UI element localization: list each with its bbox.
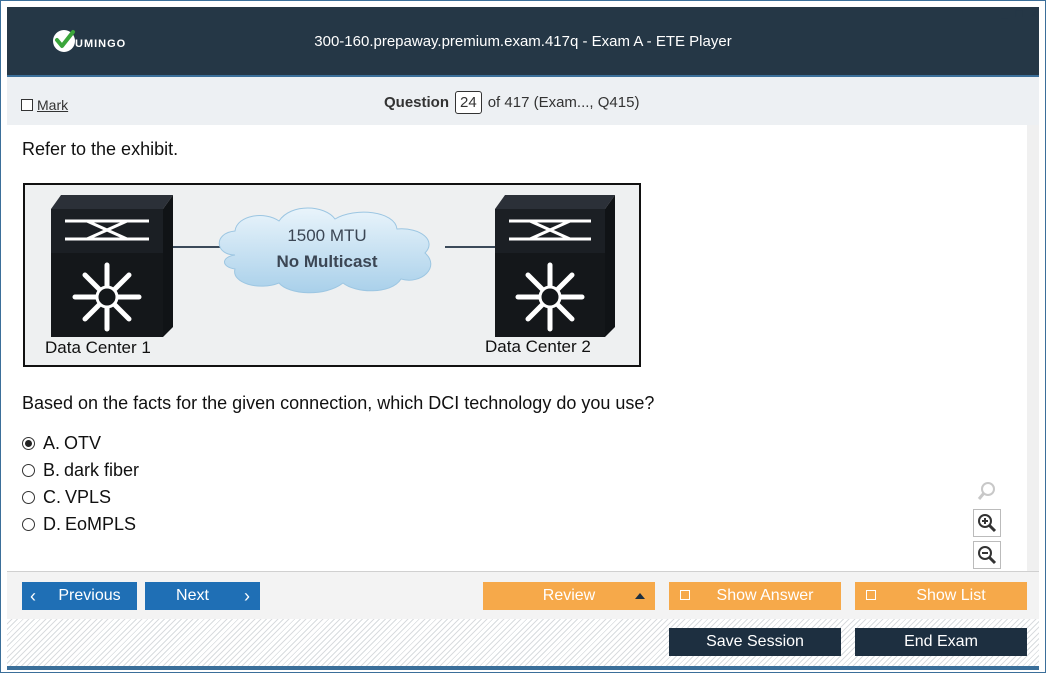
minimize-button[interactable]: _ [1001,7,1008,19]
show-answer-button[interactable]: Show Answer [669,582,841,610]
data-center-2-label: Data Center 2 [485,337,591,356]
next-button[interactable]: Next › [145,582,260,610]
answer-options: A. OTV B. dark fiber C. VPLS D. EoMPLS [22,430,139,538]
end-exam-button[interactable]: End Exam [855,628,1027,656]
option-text: VPLS [65,487,112,507]
cloud-multicast-label: No Multicast [276,252,377,271]
review-button[interactable]: Review [483,582,655,610]
show-list-checkbox[interactable] [866,590,876,600]
mark-checkbox[interactable]: Mark [21,97,68,113]
cloud-mtu-label: 1500 MTU [287,226,366,245]
mark-label: Mark [37,97,69,113]
option-text: OTV [64,433,102,453]
data-center-1-label: Data Center 1 [45,338,151,357]
caret-up-icon [635,593,645,599]
maximize-button[interactable]: □ [1016,7,1023,19]
answer-option-b[interactable]: B. dark fiber [22,457,139,484]
zoom-in-icon [978,514,997,533]
next-label: Next [176,587,209,604]
option-letter: D. [43,514,61,534]
zoom-reset-icon [977,482,995,500]
end-exam-label: End Exam [904,633,978,650]
exhibit-image: 1500 MTU No Multicast Data Center 1 Data… [23,183,641,367]
save-session-button[interactable]: Save Session [669,628,841,656]
exhibit-diagram: 1500 MTU No Multicast Data Center 1 Data… [25,185,639,365]
save-session-label: Save Session [706,633,804,650]
question-total: of 417 (Exam..., Q415) [487,94,640,111]
data-center-2-switch [495,195,615,337]
answer-option-a[interactable]: A. OTV [22,430,139,457]
chevron-right-icon: › [244,585,250,606]
question-text: Based on the facts for the given connect… [22,393,655,413]
question-bar: Mark Question 24 of 417 (Exam..., Q415) [7,75,1039,125]
vertical-scrollbar[interactable] [1027,125,1039,571]
zoom-reset-button[interactable] [973,477,1001,505]
window-controls: _ □ x [1001,7,1037,19]
radio-button[interactable] [22,491,35,504]
option-text: EoMPLS [65,514,137,534]
show-answer-checkbox[interactable] [680,590,690,600]
zoom-in-button[interactable] [973,509,1001,537]
title-bar: UMINGO 300-160.prepaway.premium.exam.417… [7,7,1039,75]
close-button[interactable]: x [1031,7,1037,19]
radio-button-selected[interactable] [22,437,35,450]
show-list-button[interactable]: Show List [855,582,1027,610]
option-text: dark fiber [64,460,140,480]
zoom-out-icon [978,546,997,565]
previous-button[interactable]: ‹ Previous [22,582,137,610]
mark-checkbox-box[interactable] [21,99,33,111]
radio-button[interactable] [22,518,35,531]
radio-button[interactable] [22,464,35,477]
answer-option-d[interactable]: D. EoMPLS [22,511,139,538]
window-title: 300-160.prepaway.premium.exam.417q - Exa… [314,33,732,50]
show-answer-label: Show Answer [716,587,814,604]
question-intro: Refer to the exhibit. [22,139,179,159]
option-letter: C. [43,487,61,507]
previous-label: Previous [58,587,121,604]
footer-bar: Save Session End Exam [7,619,1039,667]
answer-option-c[interactable]: C. VPLS [22,484,139,511]
question-content: Refer to the exhibit. 1500 MTU No Multic… [7,125,1027,571]
option-letter: A. [43,433,61,453]
app-window: UMINGO 300-160.prepaway.premium.exam.417… [0,0,1046,673]
navigation-bar: ‹ Previous Next › Review Show Answer Sho… [7,571,1039,619]
zoom-controls [973,477,1001,573]
question-label: Question [384,94,450,111]
data-center-1-switch [51,195,173,337]
review-label: Review [542,587,596,604]
option-letter: B. [43,460,61,480]
show-list-label: Show List [916,587,986,604]
chevron-left-icon: ‹ [30,585,36,606]
zoom-out-button[interactable] [973,541,1001,569]
bottom-border [7,666,1039,670]
question-number-input[interactable]: 24 [455,91,482,114]
question-indicator: Question 24 of 417 (Exam..., Q415) [384,91,639,114]
